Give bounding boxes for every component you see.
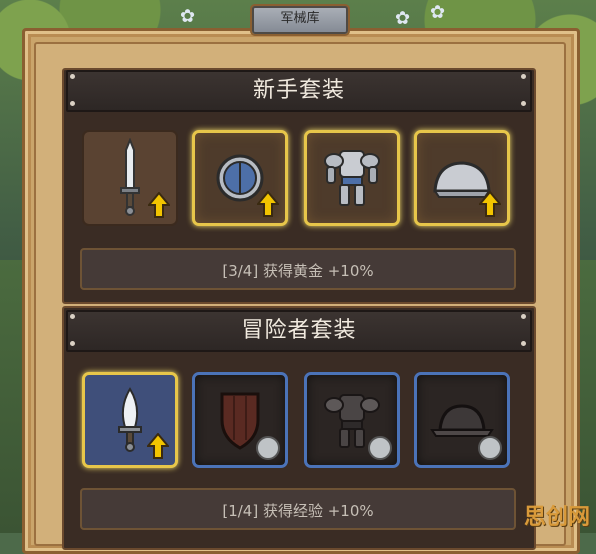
equipment-slot-dagger[interactable] <box>82 372 178 468</box>
flower-icon: ✿ <box>180 6 196 27</box>
set-title-beginner: 新手套装 <box>66 70 532 112</box>
equipment-slot-armor[interactable] <box>304 130 400 226</box>
dagger-icon <box>118 387 142 452</box>
rivet <box>70 341 75 346</box>
upgrade-arrow-icon <box>147 433 169 459</box>
equipment-slot-shield[interactable] <box>192 130 288 226</box>
upgrade-arrow-icon <box>479 191 501 217</box>
armor-icon <box>324 150 380 206</box>
rivet <box>70 314 75 319</box>
upgrade-arrow-icon <box>148 192 170 218</box>
watermark: 思创网 <box>523 505 590 530</box>
window-title: 军械库 <box>252 6 348 34</box>
lock-icon <box>478 436 502 460</box>
set-bonus-beginner: [3/4] 获得黄金 +10% <box>80 248 516 290</box>
set-title-adventurer: 冒险者套装 <box>66 310 532 352</box>
flower-icon: ✿ <box>395 8 411 29</box>
equipment-slot-helmet[interactable] <box>414 130 510 226</box>
rivet <box>521 74 526 79</box>
rivet <box>70 101 75 106</box>
dark-helmet-icon <box>430 404 494 437</box>
lock-icon <box>256 436 280 460</box>
rivet <box>521 341 526 346</box>
equipment-slot-kite-shield[interactable] <box>192 372 288 468</box>
rivet <box>521 314 526 319</box>
sword-icon <box>120 138 140 216</box>
rivet <box>521 101 526 106</box>
upgrade-arrow-icon <box>257 191 279 217</box>
set-bonus-adventurer: [1/4] 获得经验 +10% <box>80 488 516 530</box>
kite-shield-icon <box>220 392 260 450</box>
flower-icon: ✿ <box>430 2 446 23</box>
rivet <box>70 74 75 79</box>
equipment-slot-sword[interactable] <box>82 130 178 226</box>
equipment-slot-dark-armor[interactable] <box>304 372 400 468</box>
equipment-slot-dark-helmet[interactable] <box>414 372 510 468</box>
lock-icon <box>368 436 392 460</box>
